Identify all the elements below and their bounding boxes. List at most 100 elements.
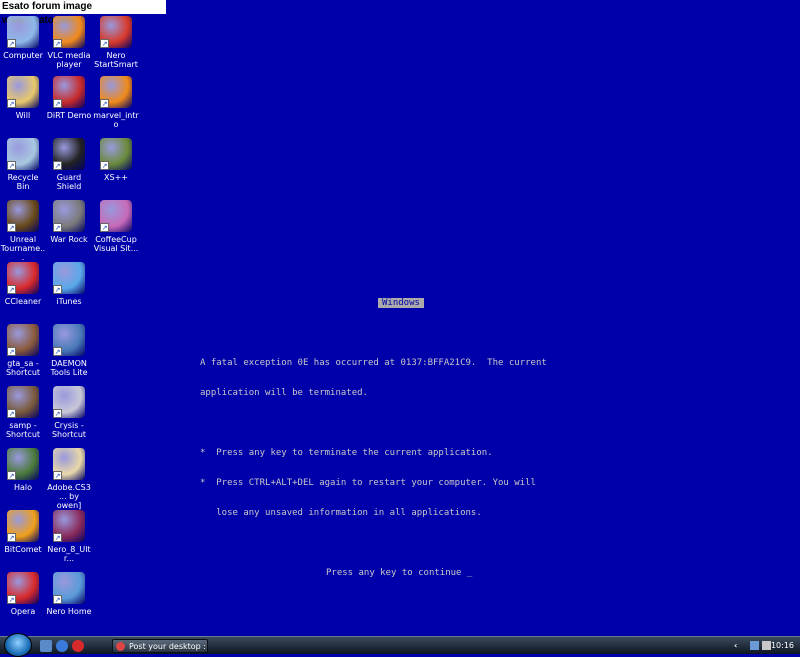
shortcut-arrow-icon: ↗	[53, 409, 62, 418]
shortcut-arrow-icon: ↗	[53, 99, 62, 108]
desktop-shortcut-label: BitComet	[4, 545, 42, 554]
desktop-shortcut[interactable]: ↗ XS++	[93, 138, 139, 182]
desktop-shortcut[interactable]: ↗ Nero StartSmart	[93, 16, 139, 69]
desktop-shortcut[interactable]: ↗ VLC media player	[46, 16, 92, 69]
tray-expand-icon[interactable]: ‹	[734, 639, 737, 653]
desktop-shortcut[interactable]: ↗ iTunes	[46, 262, 92, 306]
network-icon[interactable]	[750, 641, 759, 650]
xs-plus-plus-icon: ↗	[100, 138, 132, 170]
shortcut-arrow-icon: ↗	[53, 161, 62, 170]
ccleaner-icon: ↗	[7, 262, 39, 294]
show-desktop-icon[interactable]	[40, 640, 52, 652]
start-button[interactable]	[4, 633, 32, 657]
itunes-icon: ↗	[53, 262, 85, 294]
desktop-shortcut-label: Guard Shield	[56, 173, 82, 191]
shortcut-arrow-icon: ↗	[53, 533, 62, 542]
shortcut-arrow-icon: ↗	[100, 161, 109, 170]
desktop-shortcut[interactable]: ↗ Recycle Bin	[0, 138, 46, 191]
system-tray: ‹ 10:16	[732, 639, 800, 653]
desktop-shortcut[interactable]: ↗ BitComet	[0, 510, 46, 554]
desktop-shortcut-label: samp - Shortcut	[5, 421, 41, 439]
desktop-shortcut-label: Nero StartSmart	[94, 51, 138, 69]
dirt-demo-icon: ↗	[53, 76, 85, 108]
desktop-shortcut-label: Nero Home	[46, 607, 92, 616]
opera-quicklaunch-icon[interactable]	[72, 640, 84, 652]
desktop-shortcut[interactable]: ↗ DAEMON Tools Lite	[46, 324, 92, 377]
shortcut-arrow-icon: ↗	[7, 39, 16, 48]
gta-sa-icon: ↗	[7, 324, 39, 356]
shortcut-arrow-icon: ↗	[7, 533, 16, 542]
adobe-cs3-icon: ↗	[53, 448, 85, 480]
desktop-shortcut[interactable]: ↗ Unreal Tourname...	[0, 200, 46, 262]
desktop-shortcut-label: iTunes	[56, 297, 82, 306]
shortcut-arrow-icon: ↗	[7, 409, 16, 418]
desktop-shortcut[interactable]: ↗ Will	[0, 76, 46, 120]
bsod-line-2: application will be terminated.	[200, 388, 368, 398]
vlc-icon: ↗	[53, 16, 85, 48]
desktop-shortcut[interactable]: ↗ CoffeeCup Visual Sit...	[93, 200, 139, 253]
taskbar-button-label: Post your desktop : ...	[129, 642, 208, 651]
desktop-shortcut[interactable]: ↗ Halo	[0, 448, 46, 492]
daemon-tools-icon: ↗	[53, 324, 85, 356]
taskbar-button-browser[interactable]: Post your desktop : ...	[112, 639, 208, 653]
bsod-bullet-2b: lose any unsaved information in all appl…	[200, 508, 482, 518]
shortcut-arrow-icon: ↗	[100, 39, 109, 48]
desktop-shortcut-label: Adobe.CS3... by owen]	[47, 483, 91, 510]
desktop-shortcut[interactable]: ↗ CCleaner	[0, 262, 46, 306]
nero8-ultra-icon: ↗	[53, 510, 85, 542]
desktop-shortcut[interactable]: ↗ Computer	[0, 16, 46, 60]
bsod-message: A fatal exception 0E has occurred at 013…	[200, 298, 580, 588]
nero-startsmart-icon: ↗	[100, 16, 132, 48]
nero-home-icon: ↗	[53, 572, 85, 604]
desktop-shortcut[interactable]: ↗ Crysis - Shortcut	[46, 386, 92, 439]
crysis-icon: ↗	[53, 386, 85, 418]
desktop-shortcut[interactable]: ↗ Nero_8_Ultr...	[46, 510, 92, 563]
desktop-shortcut[interactable]: ↗ gta_sa - Shortcut	[0, 324, 46, 377]
desktop-shortcut[interactable]: ↗ Adobe.CS3... by owen]	[46, 448, 92, 510]
desktop-shortcut-label: CoffeeCup Visual Sit...	[93, 235, 139, 253]
volume-icon[interactable]	[762, 641, 771, 650]
marvel-intro-icon: ↗	[100, 76, 132, 108]
shortcut-arrow-icon: ↗	[7, 285, 16, 294]
guard-shield-icon: ↗	[53, 138, 85, 170]
shortcut-arrow-icon: ↗	[100, 99, 109, 108]
desktop-shortcut-label: Recycle Bin	[7, 173, 39, 191]
desktop-shortcut-label: Nero_8_Ultr...	[47, 545, 91, 563]
desktop-shortcut-label: CCleaner	[4, 297, 42, 306]
shortcut-arrow-icon: ↗	[7, 595, 16, 604]
desktop-shortcut[interactable]: ↗ samp - Shortcut	[0, 386, 46, 439]
bsod-bullet-2a: * Press CTRL+ALT+DEL again to restart yo…	[200, 478, 536, 488]
war-rock-icon: ↗	[53, 200, 85, 232]
coffeecup-icon: ↗	[100, 200, 132, 232]
desktop-shortcut[interactable]: ↗ Guard Shield	[46, 138, 92, 191]
desktop-shortcut[interactable]: ↗ marvel_intro	[93, 76, 139, 129]
desktop-shortcut[interactable]: ↗ War Rock	[46, 200, 92, 244]
bsod-bullet-1: * Press any key to terminate the current…	[200, 448, 493, 458]
ie-icon[interactable]	[56, 640, 68, 652]
watermark-text: Esato forum image www.esato.com	[0, 0, 166, 26]
bsod-line-1: A fatal exception 0E has occurred at 013…	[200, 358, 547, 368]
shortcut-arrow-icon: ↗	[53, 471, 62, 480]
desktop-shortcut-label: VLC media player	[47, 51, 91, 69]
shortcut-arrow-icon: ↗	[7, 99, 16, 108]
bitcomet-icon: ↗	[7, 510, 39, 542]
opera-icon: ↗	[7, 572, 39, 604]
shortcut-arrow-icon: ↗	[53, 347, 62, 356]
opera-taskbar-icon	[116, 642, 125, 651]
samp-icon: ↗	[7, 386, 39, 418]
desktop-shortcut-label: Will	[15, 111, 31, 120]
desktop-shortcut-label: Opera	[10, 607, 36, 616]
desktop-shortcut[interactable]: ↗ DiRT Demo	[46, 76, 92, 120]
shortcut-arrow-icon: ↗	[7, 223, 16, 232]
shortcut-arrow-icon: ↗	[53, 595, 62, 604]
shortcut-arrow-icon: ↗	[53, 39, 62, 48]
clock[interactable]: 10:16	[771, 639, 794, 653]
shortcut-arrow-icon: ↗	[7, 471, 16, 480]
desktop-shortcut-label: War Rock	[50, 235, 88, 244]
desktop-shortcut[interactable]: ↗ Nero Home	[46, 572, 92, 616]
desktop-shortcut-label: XS++	[104, 173, 128, 182]
desktop-shortcut[interactable]: ↗ Opera	[0, 572, 46, 616]
desktop-shortcut-label: Unreal Tourname...	[0, 235, 46, 262]
desktop-shortcut-label: gta_sa - Shortcut	[5, 359, 41, 377]
desktop-shortcut-label: Computer	[3, 51, 43, 60]
